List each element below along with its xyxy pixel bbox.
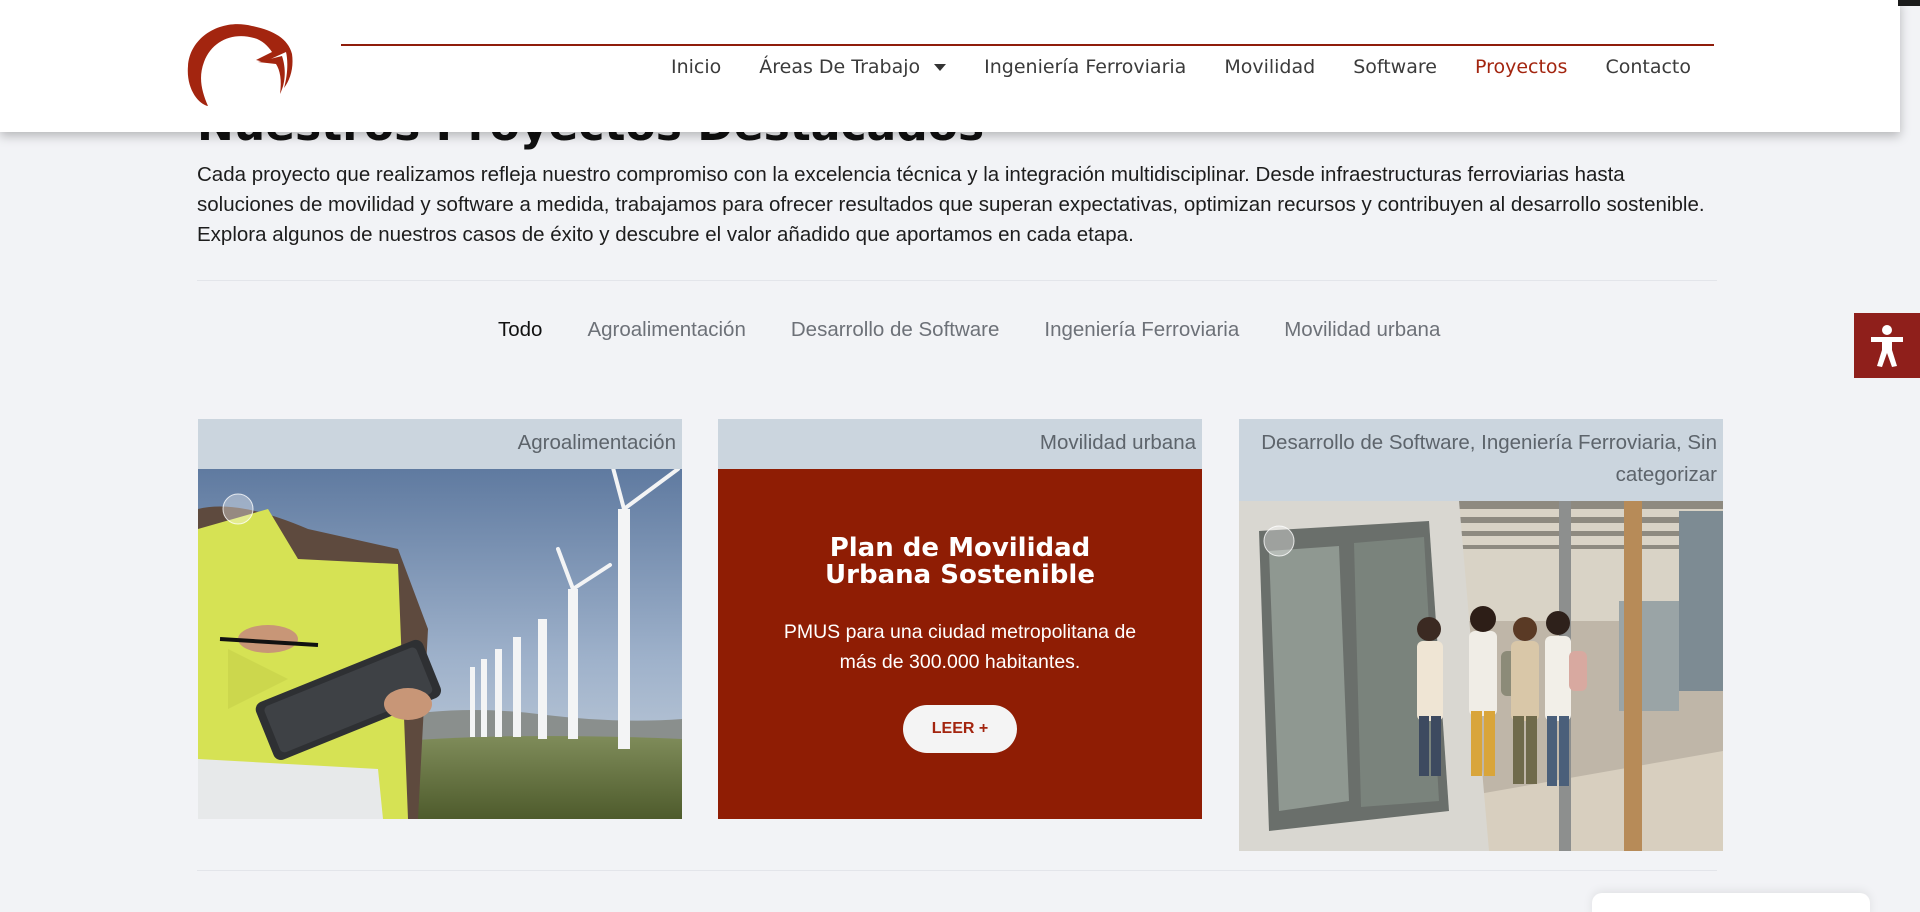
card-overlay: Plan de Movilidad Urbana Sostenible PMUS… — [718, 469, 1202, 819]
nav-label: Inicio — [670, 56, 722, 78]
tram-station-photo — [1239, 501, 1723, 851]
company-logo[interactable] — [182, 18, 300, 110]
window-edge — [1898, 0, 1920, 6]
site-header: Inicio Áreas De Trabajo Ingeniería Ferro… — [0, 0, 1900, 132]
intro-text: Cada proyecto que realizamos refleja nue… — [197, 163, 1705, 246]
accessibility-icon — [1871, 324, 1903, 367]
project-card[interactable]: Agroalimentación — [198, 419, 682, 819]
filter-movilidad-urbana[interactable]: Movilidad urbana — [1284, 318, 1440, 342]
nav-divider — [341, 44, 1714, 46]
filter-agroalimentacion[interactable]: Agroalimentación — [587, 318, 745, 342]
section-divider — [197, 870, 1717, 871]
filter-desarrollo-software[interactable]: Desarrollo de Software — [791, 318, 1000, 342]
wind-farm-photo — [198, 469, 682, 819]
nav-item-ingenieria-ferroviaria[interactable]: Ingeniería Ferroviaria — [984, 56, 1186, 78]
card-category: Desarrollo de Software, Ingeniería Ferro… — [1239, 419, 1723, 501]
accessibility-button[interactable] — [1854, 313, 1920, 378]
read-more-button[interactable]: LEER + — [903, 705, 1017, 753]
nav-label: Proyectos — [1474, 56, 1568, 78]
project-card[interactable]: Desarrollo de Software, Ingeniería Ferro… — [1239, 419, 1723, 851]
nav-label: Movilidad — [1224, 56, 1316, 78]
nav-item-proyectos[interactable]: Proyectos — [1475, 56, 1568, 78]
nav-item-movilidad[interactable]: Movilidad — [1224, 56, 1315, 78]
nav-item-contacto[interactable]: Contacto — [1605, 56, 1691, 78]
filter-ingenieria-ferroviaria[interactable]: Ingeniería Ferroviaria — [1044, 318, 1239, 342]
nav-item-software[interactable]: Software — [1353, 56, 1437, 78]
nav-label: Áreas De Trabajo — [759, 56, 921, 78]
filter-todo[interactable]: Todo — [498, 318, 542, 342]
nav-item-areas-de-trabajo[interactable]: Áreas De Trabajo — [759, 56, 947, 78]
card-category: Movilidad urbana — [718, 419, 1202, 469]
section-divider — [197, 280, 1717, 281]
project-filters: Todo Agroalimentación Desarrollo de Soft… — [498, 318, 1440, 342]
nav-label: Ingeniería Ferroviaria — [984, 56, 1187, 78]
card-description: PMUS para una ciudad metropolitana de má… — [783, 621, 1137, 673]
nav-label: Contacto — [1605, 56, 1691, 78]
nav-label: Software — [1353, 56, 1437, 78]
main-nav: Inicio Áreas De Trabajo Ingeniería Ferro… — [671, 56, 1691, 78]
chat-widget[interactable] — [1592, 893, 1870, 912]
card-image-tram[interactable] — [1239, 501, 1723, 851]
card-image-wind-farm[interactable] — [198, 469, 682, 819]
card-title[interactable]: Plan de Movilidad Urbana Sostenible — [780, 535, 1140, 589]
chevron-down-icon — [934, 63, 947, 71]
card-category: Agroalimentación — [198, 419, 682, 469]
project-card[interactable]: Movilidad urbana Plan de Movilidad Urban… — [718, 419, 1202, 819]
nav-item-inicio[interactable]: Inicio — [671, 56, 721, 78]
